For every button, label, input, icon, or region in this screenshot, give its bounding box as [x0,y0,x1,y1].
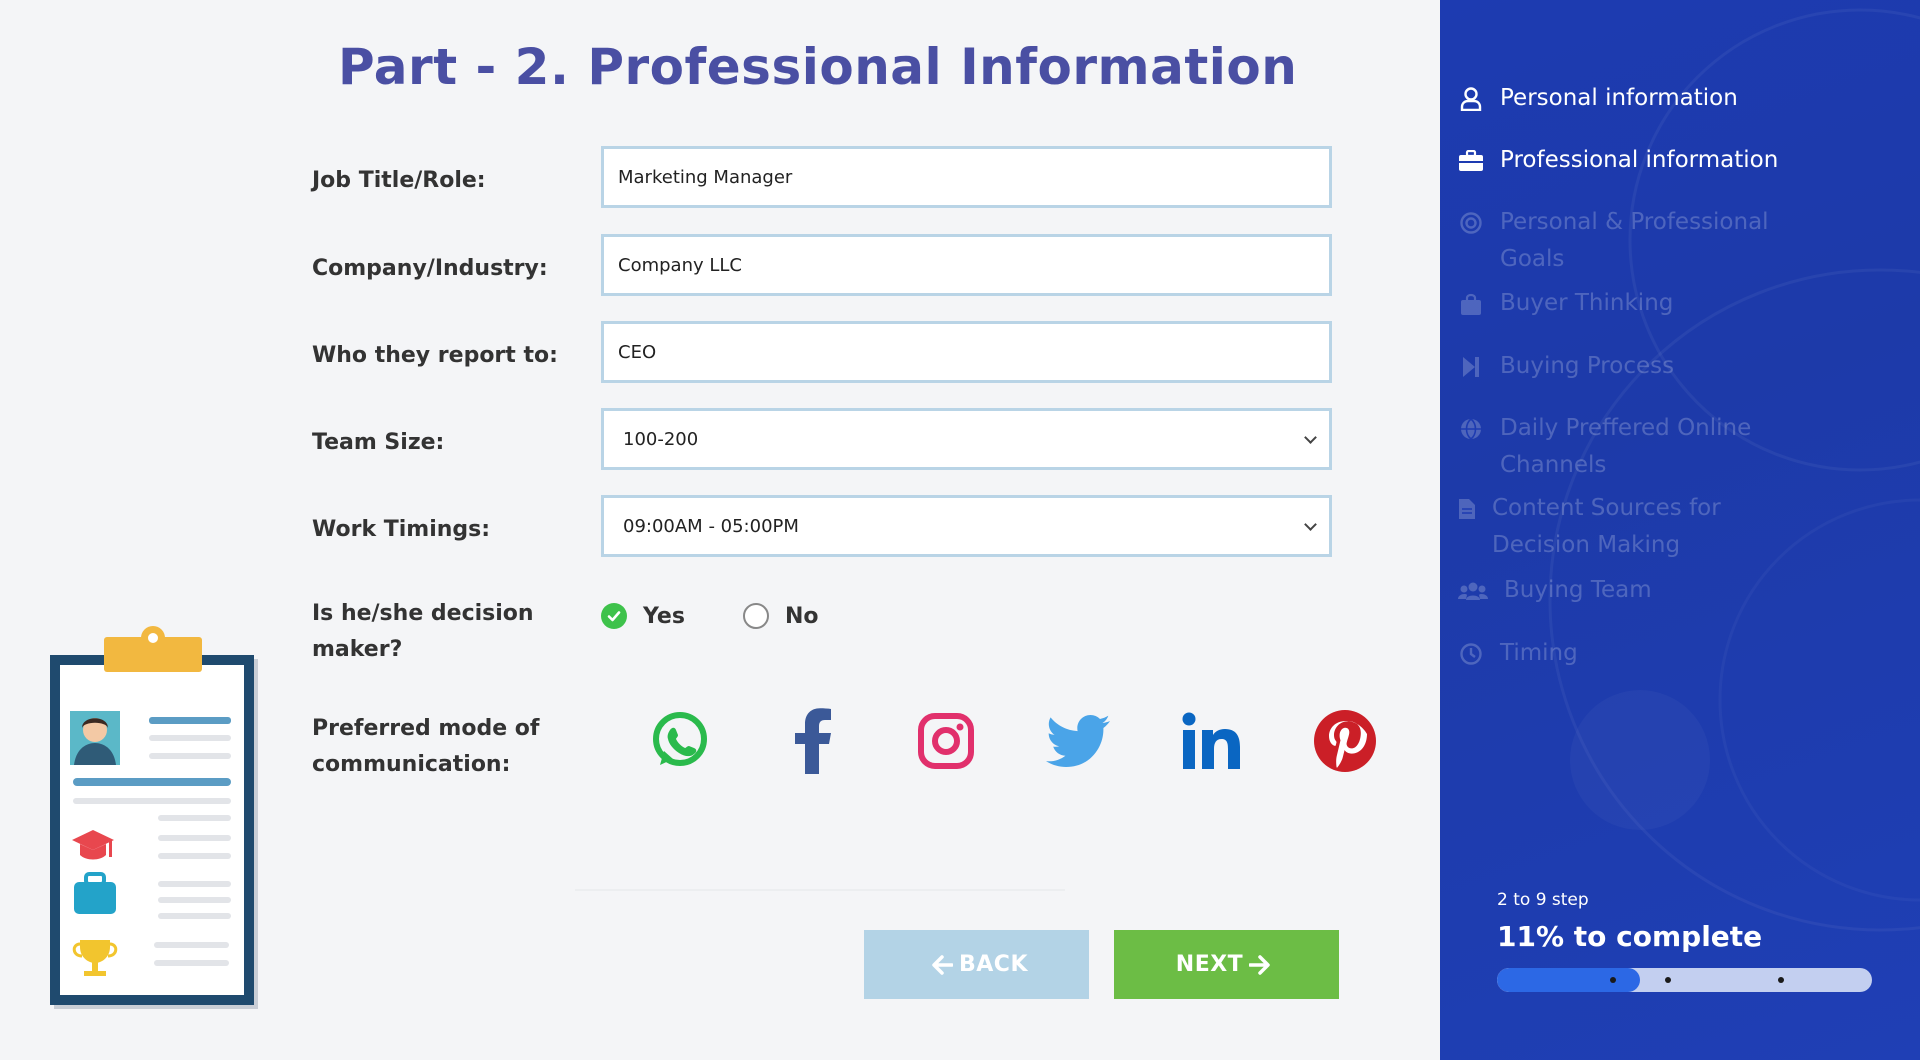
report-to-label: Who they report to: [312,343,558,368]
globe-icon [1458,410,1484,447]
back-button-label: BACK [959,952,1028,977]
nav-item-label: Daily Preffered Online Channels [1500,415,1752,478]
job-title-label: Job Title/Role: [312,168,486,193]
decision-maker-label: Is he/she decision maker? [312,601,534,662]
next-button-label: NEXT [1175,952,1244,977]
step-forward-icon [1458,348,1484,385]
main-panel: Part - 2. Professional Information Job T… [0,0,1440,1060]
team-size-value: 100-200 [623,428,699,450]
work-timings-value: 09:00AM - 05:00PM [623,515,799,537]
progress-marker [1610,977,1616,983]
document-icon [1458,490,1476,527]
work-timings-select[interactable]: 09:00AM - 05:00PM [601,495,1332,557]
nav-item-professional-information[interactable]: Professional information [1458,142,1858,179]
instagram-icon[interactable] [913,708,979,774]
briefcase-icon [1458,142,1484,179]
next-button[interactable]: NEXT [1114,930,1339,999]
progress-complete-text: 11% to complete [1497,920,1763,953]
progress-marker [1665,977,1671,983]
radio-yes-label: Yes [643,603,685,629]
nav-item-label: Buyer Thinking [1500,290,1674,316]
job-title-input[interactable]: Marketing Manager [601,146,1332,208]
communication-icons [647,708,1378,774]
radio-circle-icon [742,603,769,629]
user-icon [1458,80,1484,117]
nav-item-online-channels[interactable]: Daily Preffered Online Channels [1458,410,1788,484]
nav-item-label: Buying Team [1504,577,1652,603]
nav-item-label: Content Sources for Decision Making [1492,495,1721,558]
progress-step-text: 2 to 9 step [1497,890,1589,910]
job-title-value: Marketing Manager [618,166,793,188]
nav-item-timing[interactable]: Timing [1458,635,1858,672]
arrow-left-icon [932,954,953,975]
users-icon [1458,572,1488,609]
radio-yes[interactable]: Yes [601,603,685,629]
team-size-label: Team Size: [312,430,445,455]
pinterest-icon[interactable] [1312,708,1378,774]
shopping-bag-icon [1458,285,1484,322]
nav-item-buying-team[interactable]: Buying Team [1458,572,1858,609]
team-size-select[interactable]: 100-200 [601,408,1332,470]
nav-item-label: Timing [1500,640,1578,666]
report-to-value: CEO [618,341,657,363]
company-label: Company/Industry: [312,256,548,281]
clipboard-illustration [48,625,260,1010]
chevron-down-icon [1304,431,1317,444]
divider [575,889,1065,891]
radio-no-label: No [784,603,819,629]
nav-item-label: Buying Process [1500,353,1675,379]
nav-item-label: Professional information [1500,147,1779,173]
report-to-input[interactable]: CEO [601,321,1332,383]
chevron-down-icon [1304,518,1317,531]
progress-marker [1778,977,1784,983]
nav-item-label: Personal information [1500,85,1738,111]
nav-item-personal-information[interactable]: Personal information [1458,80,1858,117]
radio-no[interactable]: No [742,603,819,629]
facebook-icon[interactable] [780,708,846,774]
company-value: Company LLC [618,254,742,276]
page-title: Part - 2. Professional Information [338,38,1298,96]
nav-item-buying-process[interactable]: Buying Process [1458,348,1858,385]
progress-bar [1497,968,1872,992]
target-icon [1458,204,1484,241]
nav-item-content-sources[interactable]: Content Sources for Decision Making [1458,490,1818,564]
twitter-icon[interactable] [1046,708,1112,774]
nav-item-goals[interactable]: Personal & Professional Goals [1458,204,1788,278]
back-button[interactable]: BACK [864,930,1089,999]
arrow-right-icon [1249,954,1270,975]
nav-item-label: Personal & Professional Goals [1500,209,1769,272]
communication-label: Preferred mode of communication: [312,716,540,777]
work-timings-label: Work Timings: [312,517,491,542]
progress-bar-fill [1497,968,1640,992]
company-input[interactable]: Company LLC [601,234,1332,296]
decision-maker-radio-group: Yes No [601,596,870,636]
whatsapp-icon[interactable] [647,708,713,774]
nav-item-buyer-thinking[interactable]: Buyer Thinking [1458,285,1858,322]
linkedin-icon[interactable] [1179,708,1245,774]
check-icon [601,603,627,629]
clock-icon [1458,635,1484,672]
